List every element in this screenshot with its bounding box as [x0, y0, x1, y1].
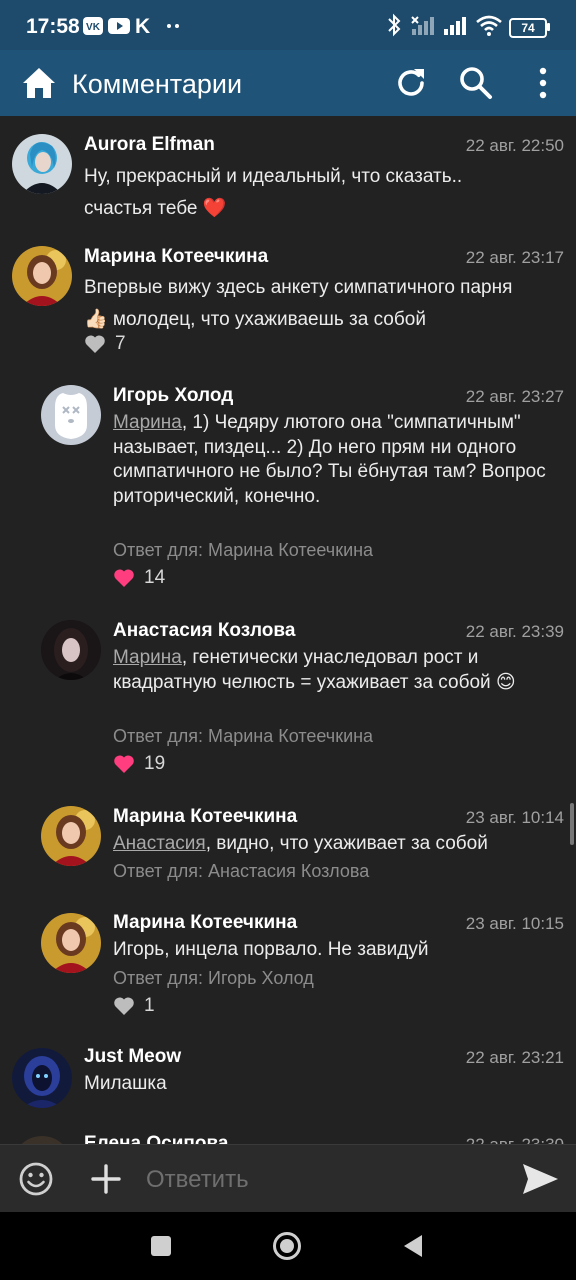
reply-to[interactable]: Ответ для: Марина Котеечкина [113, 540, 373, 561]
emoji-icon[interactable] [18, 1161, 54, 1197]
status-bar: 17:58 VK K 74 [0, 0, 576, 50]
mention-link[interactable]: Марина [113, 412, 182, 433]
comment-date: 22 авг. 23:39 [465, 622, 564, 641]
youtube-notification-icon [108, 18, 130, 34]
signal-1-icon [411, 16, 434, 35]
comment-text: Впервые вижу здесь анкету симпатичного п… [84, 277, 513, 330]
scrollbar[interactable] [570, 803, 574, 845]
signal-2-icon [444, 17, 466, 35]
comment-date: 22 авг. 23:21 [465, 1048, 564, 1067]
avatar[interactable] [41, 913, 101, 973]
comment-item[interactable]: Елена Осипова 22 авг. 23:30 [0, 1126, 576, 1144]
reply-to[interactable]: Ответ для: Игорь Холод [113, 968, 314, 989]
vk-notification-icon: VK [83, 17, 103, 35]
comment-item[interactable]: Игорь Холод 22 авг. 23:27 Марина, 1) Чед… [0, 366, 576, 601]
comment-item[interactable]: Марина Котеечкина 22 авг. 23:17 Впервые … [0, 236, 576, 366]
search-icon[interactable] [458, 65, 494, 101]
like-button[interactable]: 1 [113, 995, 155, 1017]
comment-date: 22 авг. 23:30 [466, 1135, 564, 1144]
home-nav-icon[interactable] [272, 1231, 302, 1261]
mention-link[interactable]: Марина [113, 647, 182, 668]
k-notification-icon: K [135, 15, 151, 38]
comment-text-body: , видно, что ухаживает за собой [205, 833, 488, 854]
wifi-icon [476, 15, 502, 36]
comment-item[interactable]: Марина Котеечкина 23 авг. 10:14 Анастаси… [0, 788, 576, 898]
recents-icon[interactable] [150, 1235, 172, 1257]
svg-text:VK: VK [86, 22, 101, 33]
avatar[interactable] [12, 1136, 72, 1144]
comment-text: Марина, 1) Чедяру лютого она "симпатичны… [113, 411, 563, 509]
comment-text: Игорь, инцела порвало. Не завидуй [113, 939, 429, 960]
refresh-icon[interactable] [393, 65, 429, 101]
comment-date: 22 авг. 23:27 [465, 387, 564, 406]
heart-icon [85, 335, 105, 353]
reply-to[interactable]: Ответ для: Анастасия Козлова [113, 861, 369, 882]
comment-text: Ну, прекрасный и идеальный, что сказать.… [84, 166, 463, 219]
avatar[interactable] [12, 134, 72, 194]
status-time: 17:58 [26, 15, 80, 38]
reply-input[interactable]: Ответить [146, 1166, 249, 1194]
comment-author[interactable]: Анастасия Козлова [113, 620, 295, 642]
avatar[interactable] [41, 620, 101, 680]
battery-tip [547, 23, 550, 31]
comment-author[interactable]: Игорь Холод [113, 385, 233, 407]
like-button[interactable]: 14 [113, 567, 165, 589]
avatar[interactable] [12, 1048, 72, 1108]
comment-author[interactable]: Елена Осипова [84, 1133, 229, 1144]
comment-author[interactable]: Марина Котеечкина [113, 806, 297, 828]
page-title: Комментарии [72, 69, 243, 99]
add-attachment-icon[interactable] [90, 1163, 122, 1195]
more-options-icon[interactable] [525, 65, 561, 101]
comment-date: 22 авг. 23:17 [465, 248, 564, 267]
comment-item[interactable]: Aurora Elfman 22 авг. 22:50 Ну, прекрасн… [0, 116, 576, 236]
comment-text: Анастасия, видно, что ухаживает за собой [113, 832, 553, 857]
comment-date: 23 авг. 10:15 [465, 914, 564, 933]
avatar[interactable] [41, 806, 101, 866]
comment-author[interactable]: Aurora Elfman [84, 134, 215, 156]
comments-list[interactable]: Aurora Elfman 22 авг. 22:50 Ну, прекрасн… [0, 116, 576, 1144]
comment-text: Милашка [84, 1073, 167, 1094]
more-notifications-icon [167, 24, 179, 28]
comment-date: 23 авг. 10:14 [465, 808, 564, 827]
bluetooth-icon [388, 13, 401, 37]
heart-icon [114, 755, 134, 773]
comment-item[interactable]: Just Meow 22 авг. 23:21 Милашка [0, 1028, 576, 1126]
battery-icon: 74 [509, 18, 547, 38]
avatar[interactable] [12, 246, 72, 306]
app-bar: Комментарии [0, 50, 576, 116]
reply-input-bar: Ответить [0, 1144, 576, 1213]
heart-icon [114, 569, 134, 587]
comment-date: 22 авг. 22:50 [465, 136, 564, 155]
mention-link[interactable]: Анастасия [113, 833, 206, 854]
send-icon[interactable] [520, 1159, 560, 1199]
heart-icon [114, 997, 134, 1015]
avatar[interactable] [41, 385, 101, 445]
battery-level: 74 [521, 21, 535, 35]
system-nav-bar [0, 1212, 576, 1280]
back-icon[interactable] [402, 1234, 424, 1258]
comment-author[interactable]: Марина Котеечкина [113, 912, 297, 934]
like-button[interactable]: 7 [84, 333, 126, 355]
home-icon[interactable] [21, 65, 57, 101]
like-count: 14 [144, 567, 166, 588]
comment-text: Марина, генетически унаследовал рост и к… [113, 646, 543, 695]
like-count: 7 [115, 333, 126, 354]
reply-to[interactable]: Ответ для: Марина Котеечкина [113, 726, 373, 747]
comment-author[interactable]: Just Meow [84, 1046, 181, 1068]
like-count: 19 [144, 753, 166, 774]
like-button[interactable]: 19 [113, 753, 165, 775]
comment-author[interactable]: Марина Котеечкина [84, 246, 268, 268]
comment-item[interactable]: Анастасия Козлова 22 авг. 23:39 Марина, … [0, 601, 576, 788]
comment-item[interactable]: Марина Котеечкина 23 авг. 10:15 Игорь, и… [0, 898, 576, 1028]
like-count: 1 [144, 995, 155, 1016]
